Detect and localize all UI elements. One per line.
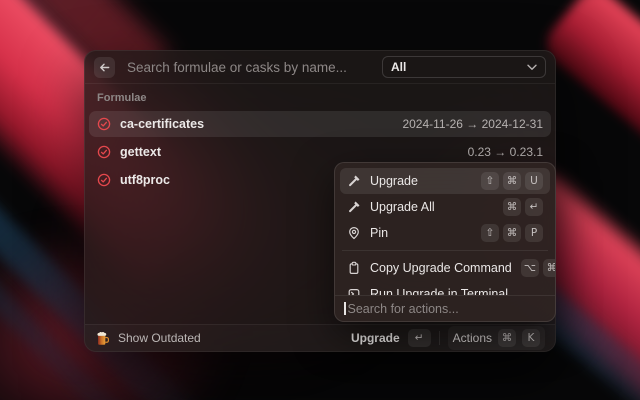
footer-divider: [439, 331, 440, 345]
cmd-key-badge: ⌘: [503, 224, 521, 242]
filter-dropdown-value: All: [391, 60, 406, 74]
actions-panel: Upgrade ⇧ ⌘ U Upgrade All ⌘ ↵ Pin ⇧: [334, 162, 556, 322]
list-item-ca-certificates[interactable]: ca-certificates 2024-11-26 → 2024-12-31: [89, 111, 551, 137]
upgrade-action-label[interactable]: Upgrade: [351, 331, 400, 345]
menu-item-label: Copy Upgrade Command: [370, 261, 512, 275]
back-button[interactable]: [94, 57, 115, 78]
menu-item-pin[interactable]: Pin ⇧ ⌘ P: [340, 220, 550, 246]
menu-item-label: Run Upgrade in Terminal: [370, 287, 508, 295]
u-key-badge: U: [525, 172, 543, 190]
check-circle-icon: [97, 173, 111, 187]
search-header: All: [85, 51, 555, 84]
search-input[interactable]: [125, 59, 372, 76]
menu-item-run-upgrade-in-terminal[interactable]: Run Upgrade in Terminal: [340, 281, 550, 295]
shift-key-badge: ⇧: [481, 224, 499, 242]
menu-item-copy-upgrade-command[interactable]: Copy Upgrade Command ⌥ ⌘ C: [340, 255, 550, 281]
check-circle-icon: [97, 145, 111, 159]
shift-key-badge: ⇧: [481, 172, 499, 190]
cmd-key-badge: ⌘: [543, 259, 555, 277]
option-key-badge: ⌥: [521, 259, 539, 277]
p-key-badge: P: [525, 224, 543, 242]
enter-key-badge: ↵: [525, 198, 543, 216]
menu-item-upgrade[interactable]: Upgrade ⇧ ⌘ U: [340, 168, 550, 194]
formula-name: gettext: [120, 145, 161, 159]
formula-name: utf8proc: [120, 173, 170, 187]
cmd-key-badge: ⌘: [503, 198, 521, 216]
show-outdated-label: Show Outdated: [118, 331, 201, 345]
filter-dropdown[interactable]: All: [382, 56, 546, 78]
footer-actions: Upgrade ↵ Actions ⌘ K: [351, 326, 545, 350]
pin-icon: [347, 226, 361, 240]
arrow-left-icon: [98, 61, 111, 74]
actions-search-placeholder: Search for actions...: [348, 302, 459, 316]
menu-divider: [342, 250, 548, 251]
menu-item-upgrade-all[interactable]: Upgrade All ⌘ ↵: [340, 194, 550, 220]
text-caret: [344, 302, 346, 315]
formula-version-change: 0.23 → 0.23.1: [468, 145, 543, 159]
hammer-icon: [347, 174, 361, 188]
actions-panel-list: Upgrade ⇧ ⌘ U Upgrade All ⌘ ↵ Pin ⇧: [335, 163, 555, 295]
status-bar: Show Outdated Upgrade ↵ Actions ⌘ K: [85, 324, 555, 351]
actions-search-field[interactable]: Search for actions...: [335, 295, 555, 321]
cmd-key-badge: ⌘: [498, 329, 516, 347]
menu-item-label: Pin: [370, 226, 388, 240]
beer-mug-icon: [95, 331, 110, 346]
formula-version-change: 2024-11-26 → 2024-12-31: [402, 117, 543, 131]
actions-button[interactable]: Actions ⌘ K: [448, 326, 545, 350]
menu-item-label: Upgrade All: [370, 200, 435, 214]
section-label: Formulae: [89, 90, 551, 111]
clipboard-icon: [347, 261, 361, 275]
k-key-badge: K: [522, 329, 540, 347]
actions-label: Actions: [453, 331, 492, 345]
menu-item-label: Upgrade: [370, 174, 418, 188]
enter-key-badge: ↵: [408, 329, 431, 347]
chevron-down-icon: [527, 64, 537, 71]
cmd-key-badge: ⌘: [503, 172, 521, 190]
terminal-icon: [347, 287, 361, 295]
check-circle-icon: [97, 117, 111, 131]
hammer-icon: [347, 200, 361, 214]
formula-name: ca-certificates: [120, 117, 204, 131]
